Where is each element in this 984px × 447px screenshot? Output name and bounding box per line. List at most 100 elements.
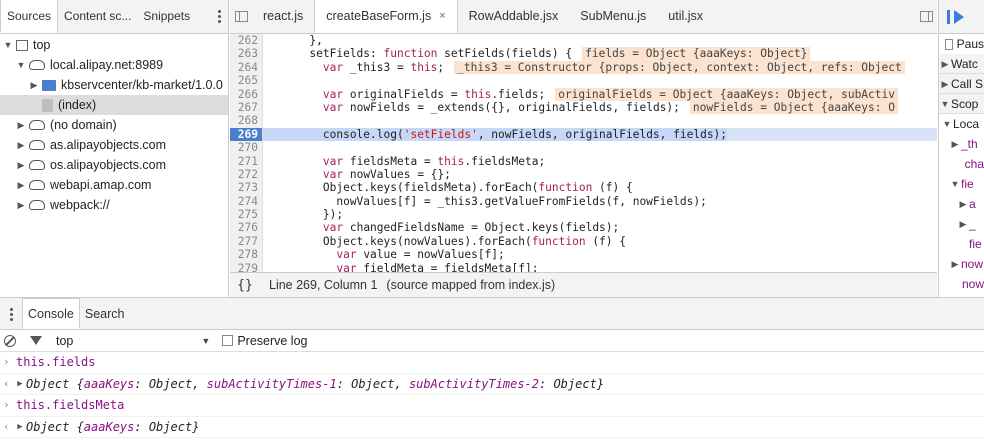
code-line[interactable]: 270: [230, 141, 937, 155]
code-line[interactable]: 273 Object.keys(fieldsMeta).forEach(func…: [230, 181, 937, 195]
code-line[interactable]: 272 var nowValues = {};: [230, 167, 937, 182]
scope-row[interactable]: ▶ a: [939, 194, 984, 214]
pretty-print-button[interactable]: {}: [230, 278, 260, 293]
editor-tab-label: util.jsx: [668, 9, 704, 23]
expand-icon[interactable]: ▶: [14, 374, 26, 395]
chevron-down-icon[interactable]: ▼: [3, 35, 13, 55]
line-number[interactable]: 277: [230, 234, 263, 249]
tab-search[interactable]: Search: [80, 299, 130, 329]
toggle-debugger-icon[interactable]: [915, 0, 937, 33]
scope-row[interactable]: ▶ _th: [939, 134, 984, 154]
line-number[interactable]: 275: [230, 208, 263, 222]
scope-row[interactable]: ▶ now: [939, 254, 984, 274]
line-number[interactable]: 270: [230, 141, 263, 155]
code-line[interactable]: 279 var fieldMeta = fieldsMeta[f];: [230, 261, 937, 272]
console-object-preview[interactable]: Object {aaaKeys: Object}: [26, 417, 199, 438]
scope-section[interactable]: ▼ Scop: [939, 94, 984, 114]
code-line[interactable]: 269 console.log('setFields', nowFields, …: [230, 127, 937, 142]
call-stack-section[interactable]: ▶ Call S: [939, 74, 984, 94]
line-number[interactable]: 279: [230, 261, 263, 272]
scope-row[interactable]: cha: [939, 154, 984, 174]
code-editor[interactable]: 262 }, 263 setFields: function setFields(…: [230, 34, 937, 272]
code-line[interactable]: 265: [230, 74, 937, 88]
line-number[interactable]: 268: [230, 114, 263, 128]
line-number[interactable]: 269: [230, 127, 263, 142]
tree-item[interactable]: ▶ (no domain): [0, 115, 228, 135]
scope-row[interactable]: ▼ fie: [939, 174, 984, 194]
expand-icon[interactable]: ▶: [14, 417, 26, 438]
console-object-preview[interactable]: Object {aaaKeys: Object, subActivityTime…: [26, 374, 604, 395]
line-number[interactable]: 272: [230, 167, 263, 182]
tree-item[interactable]: ▶ webapi.amap.com: [0, 175, 228, 195]
tree-item[interactable]: ▼ top: [0, 35, 228, 55]
tree-item[interactable]: ▼ local.alipay.net:8989: [0, 55, 228, 75]
line-number[interactable]: 267: [230, 100, 263, 115]
pause-on-exceptions-row[interactable]: Paus: [939, 34, 984, 54]
line-number[interactable]: 273: [230, 181, 263, 195]
line-number[interactable]: 278: [230, 248, 263, 262]
chevron-right-icon[interactable]: ▶: [16, 135, 26, 155]
chevron-down-icon[interactable]: ▼: [201, 336, 210, 346]
scope-row[interactable]: now: [939, 274, 984, 294]
chevron-right-icon[interactable]: ▶: [16, 155, 26, 175]
tab-content-scripts[interactable]: Content sc...: [58, 0, 137, 33]
code-line[interactable]: 275 });: [230, 208, 937, 222]
scope-row[interactable]: ▼ Loca: [939, 114, 984, 134]
line-number[interactable]: 263: [230, 47, 263, 61]
line-number[interactable]: 274: [230, 194, 263, 209]
line-number[interactable]: 266: [230, 87, 263, 101]
line-number[interactable]: 262: [230, 34, 263, 48]
code-line[interactable]: 274 nowValues[f] = _this3.getValueFromFi…: [230, 194, 937, 209]
code-line[interactable]: 263 setFields: function setFields(fields…: [230, 47, 937, 61]
editor-tab[interactable]: SubMenu.js: [569, 0, 657, 33]
chevron-right-icon[interactable]: ▶: [16, 115, 26, 135]
tab-console[interactable]: Console: [22, 298, 80, 329]
editor-tab[interactable]: RowAddable.jsx: [458, 0, 570, 33]
filter-icon[interactable]: [30, 336, 42, 345]
tab-snippets[interactable]: Snippets: [137, 0, 196, 33]
line-number[interactable]: 276: [230, 221, 263, 235]
tree-item[interactable]: ▶ webpack://: [0, 195, 228, 215]
scope-label: a: [969, 197, 976, 211]
editor-tab[interactable]: createBaseForm.js ×: [314, 0, 458, 33]
code-line[interactable]: 262 },: [230, 34, 937, 48]
chevron-right-icon[interactable]: ▶: [16, 175, 26, 195]
editor-tab[interactable]: util.jsx: [657, 0, 714, 33]
resume-icon[interactable]: [954, 9, 964, 24]
section-label: Scop: [951, 96, 979, 111]
line-number[interactable]: 264: [230, 60, 263, 75]
context-select[interactable]: top: [56, 334, 73, 348]
code-line[interactable]: 264 var _this3 = this; _this3 = Construct…: [230, 60, 937, 75]
chevron-right-icon[interactable]: ▶: [29, 75, 39, 95]
editor-tab[interactable]: react.js: [252, 0, 314, 33]
code-line[interactable]: 276 var changedFieldsName = Object.keys(…: [230, 221, 937, 235]
tab-sources[interactable]: Sources: [0, 0, 59, 33]
tree-item[interactable]: ▶ as.alipayobjects.com: [0, 135, 228, 155]
close-icon[interactable]: ×: [439, 0, 445, 33]
code-line[interactable]: 271 var fieldsMeta = this.fieldsMeta;: [230, 154, 937, 168]
toggle-navigator-icon[interactable]: [230, 0, 252, 33]
code-line[interactable]: 267 var nowFields = _extends({}, origina…: [230, 100, 937, 115]
preserve-log-checkbox[interactable]: [222, 335, 234, 346]
line-number[interactable]: 265: [230, 74, 263, 88]
line-number[interactable]: 271: [230, 154, 263, 168]
code-line[interactable]: 277 Object.keys(nowValues).forEach(funct…: [230, 234, 937, 249]
section-label: Watc: [951, 56, 978, 71]
clear-console-icon[interactable]: [4, 334, 16, 347]
chevron-down-icon[interactable]: ▼: [16, 55, 26, 75]
drawer-menu-icon[interactable]: [0, 299, 22, 329]
code-line[interactable]: 266 var originalFields = this.fields; ori…: [230, 87, 937, 101]
tree-item[interactable]: ▶ os.alipayobjects.com: [0, 155, 228, 175]
code-text: });: [269, 208, 344, 222]
expand-icon: ▶: [941, 78, 949, 89]
pause-checkbox[interactable]: [945, 38, 953, 50]
scope-row[interactable]: ▶ _: [939, 214, 984, 234]
code-line[interactable]: 268: [230, 114, 937, 128]
code-line[interactable]: 278 var value = nowValues[f];: [230, 248, 937, 262]
watch-section[interactable]: ▶ Watc: [939, 54, 984, 74]
chevron-right-icon[interactable]: ▶: [16, 195, 26, 215]
tree-item[interactable]: (index): [0, 95, 228, 115]
scope-row[interactable]: fie: [939, 234, 984, 254]
tree-item[interactable]: ▶ kbservcenter/kb-market/1.0.0: [0, 75, 228, 95]
more-options-icon[interactable]: [210, 0, 228, 33]
